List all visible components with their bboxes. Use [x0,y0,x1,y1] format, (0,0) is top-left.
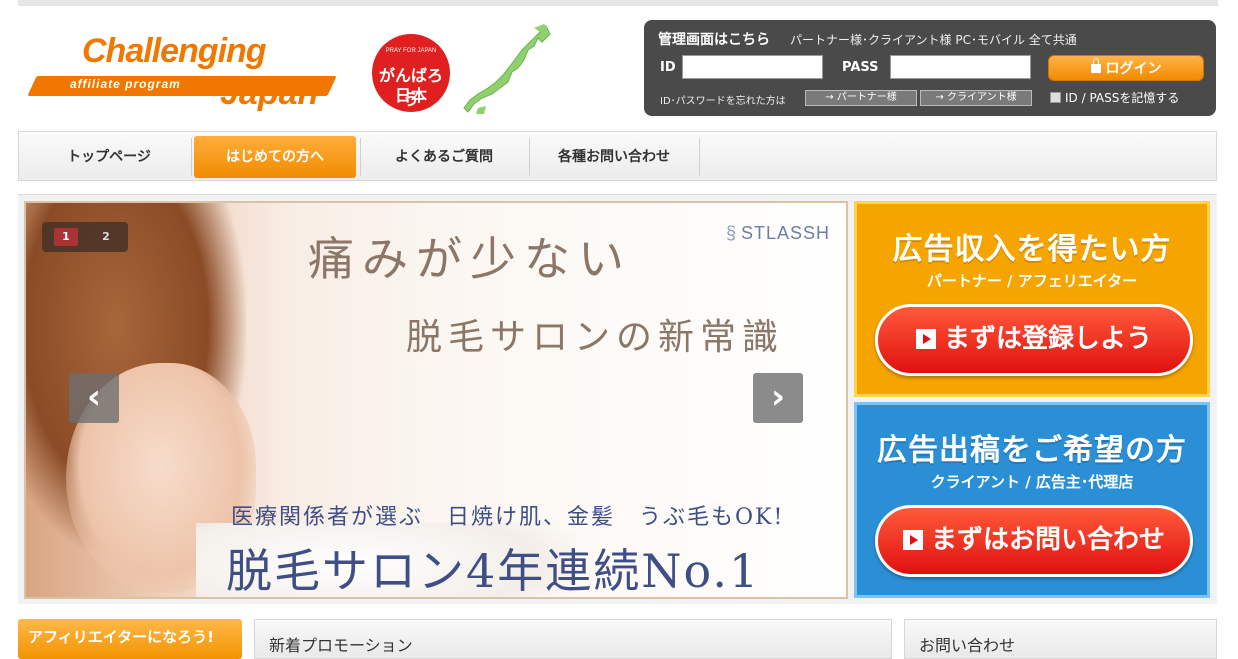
login-panel: 管理画面はこちら パートナー様･クライアント様 PC･モバイル 全て共通 ID … [644,20,1216,116]
checkbox-box[interactable] [1050,92,1061,103]
nav-divider [360,138,361,176]
pass-label: PASS [842,60,879,75]
remember-label: ID / PASSを記憶する [1065,91,1180,105]
emblem-sub-text: 日本 [394,86,427,105]
inquiry-button[interactable]: まずはお問い合わせ [875,505,1193,577]
chevron-right-icon: › [770,377,785,417]
partner-promo-box[interactable]: 広告収入を得たい方 パートナー / アフェリエイター まずは登録しよう [854,201,1210,397]
login-title: 管理画面はこちら [658,32,770,48]
slider-pager: 1 2 [42,222,128,252]
hero-slider[interactable]: 1 2 § STLASSH 痛みが少ない 脱毛サロンの新常識 医療関係者が選ぶ 日… [24,201,848,599]
client-promo-box[interactable]: 広告出稿をご希望の方 クライアント / 広告主･代理店 まずはお問い合わせ [854,402,1210,598]
stlassh-logo: § STLASSH [726,223,830,244]
slide-headline-4: 脱毛サロン4年連続No.1 [226,544,761,598]
slider-prev-button[interactable]: ‹ [69,373,119,423]
nav-divider [529,138,530,176]
login-note: パートナー様･クライアント様 PC･モバイル 全て共通 [790,33,1077,47]
slide-headline-3: 医療関係者が選ぶ 日焼け肌、金髪 うぶ毛もOK! [231,505,785,530]
slide-headline-1: 痛みが少ない [308,232,632,286]
pass-input[interactable] [890,55,1031,79]
remember-checkbox[interactable]: ID / PASSを記憶する [1050,89,1179,106]
ganbarou-nippon-emblem: PRAY FOR JAPAN がんばろう 日本 [368,24,558,120]
logo-tagline: affiliate program [70,77,181,91]
slider-page-1[interactable]: 1 [54,228,78,246]
register-button-label: まずは登録しよう [943,324,1152,354]
nav-item-contact[interactable]: 各種お問い合わせ [534,136,694,178]
play-icon [902,530,923,550]
stlassh-text: STLASSH [741,223,831,243]
japan-map-icon [463,24,551,114]
contact-heading: お問い合わせ [904,619,1217,659]
lock-icon [1090,58,1101,73]
forgot-text: ID･パスワードを忘れた方は [660,96,786,107]
ganbarou-circle: PRAY FOR JAPAN がんばろう 日本 [372,34,450,112]
partner-promo-sub: パートナー / アフェリエイター [926,272,1138,290]
emblem-small-text: PRAY FOR JAPAN [385,48,437,54]
slide-headline-2: 脱毛サロンの新常識 [406,317,785,358]
partner-promo-title: 広告収入を得たい方 [892,232,1172,267]
nav-divider [699,138,700,176]
stlassh-mark-icon: § [726,223,738,243]
logo-text-japan: Japan [220,74,319,112]
nav-divider [191,138,192,176]
login-button-label: ログイン [1105,61,1162,77]
slider-page-2[interactable]: 2 [94,228,118,246]
id-label: ID [660,60,676,75]
nav-item-first-time[interactable]: はじめての方へ [194,136,356,178]
login-button[interactable]: ログイン [1048,55,1204,81]
main-nav: トップページ はじめての方へ よくあるご質問 各種お問い合わせ [18,131,1217,181]
logo-text-challenging: Challenging [82,32,267,70]
chevron-left-icon: ‹ [86,377,101,417]
client-promo-title: 広告出稿をご希望の方 [877,433,1187,468]
inquiry-button-label: まずはお問い合わせ [930,525,1165,555]
slider-next-button[interactable]: › [753,373,803,423]
play-icon [915,329,936,349]
nav-item-faq[interactable]: よくあるご質問 [364,136,524,178]
site-logo[interactable]: Challenging affiliate program Japan [27,30,360,115]
forgot-client-button[interactable]: → クライアント様 [920,90,1032,106]
top-strip [18,0,1218,6]
nav-item-top[interactable]: トップページ [29,136,189,178]
new-promotions-heading: 新着プロモーション [254,619,892,659]
affiliate-banner[interactable]: アフィリエイターになろう! [18,619,242,659]
forgot-partner-button[interactable]: → パートナー様 [805,90,917,106]
register-button[interactable]: まずは登録しよう [875,304,1193,376]
id-input[interactable] [682,55,823,79]
client-promo-sub: クライアント / 広告主･代理店 [930,473,1134,491]
